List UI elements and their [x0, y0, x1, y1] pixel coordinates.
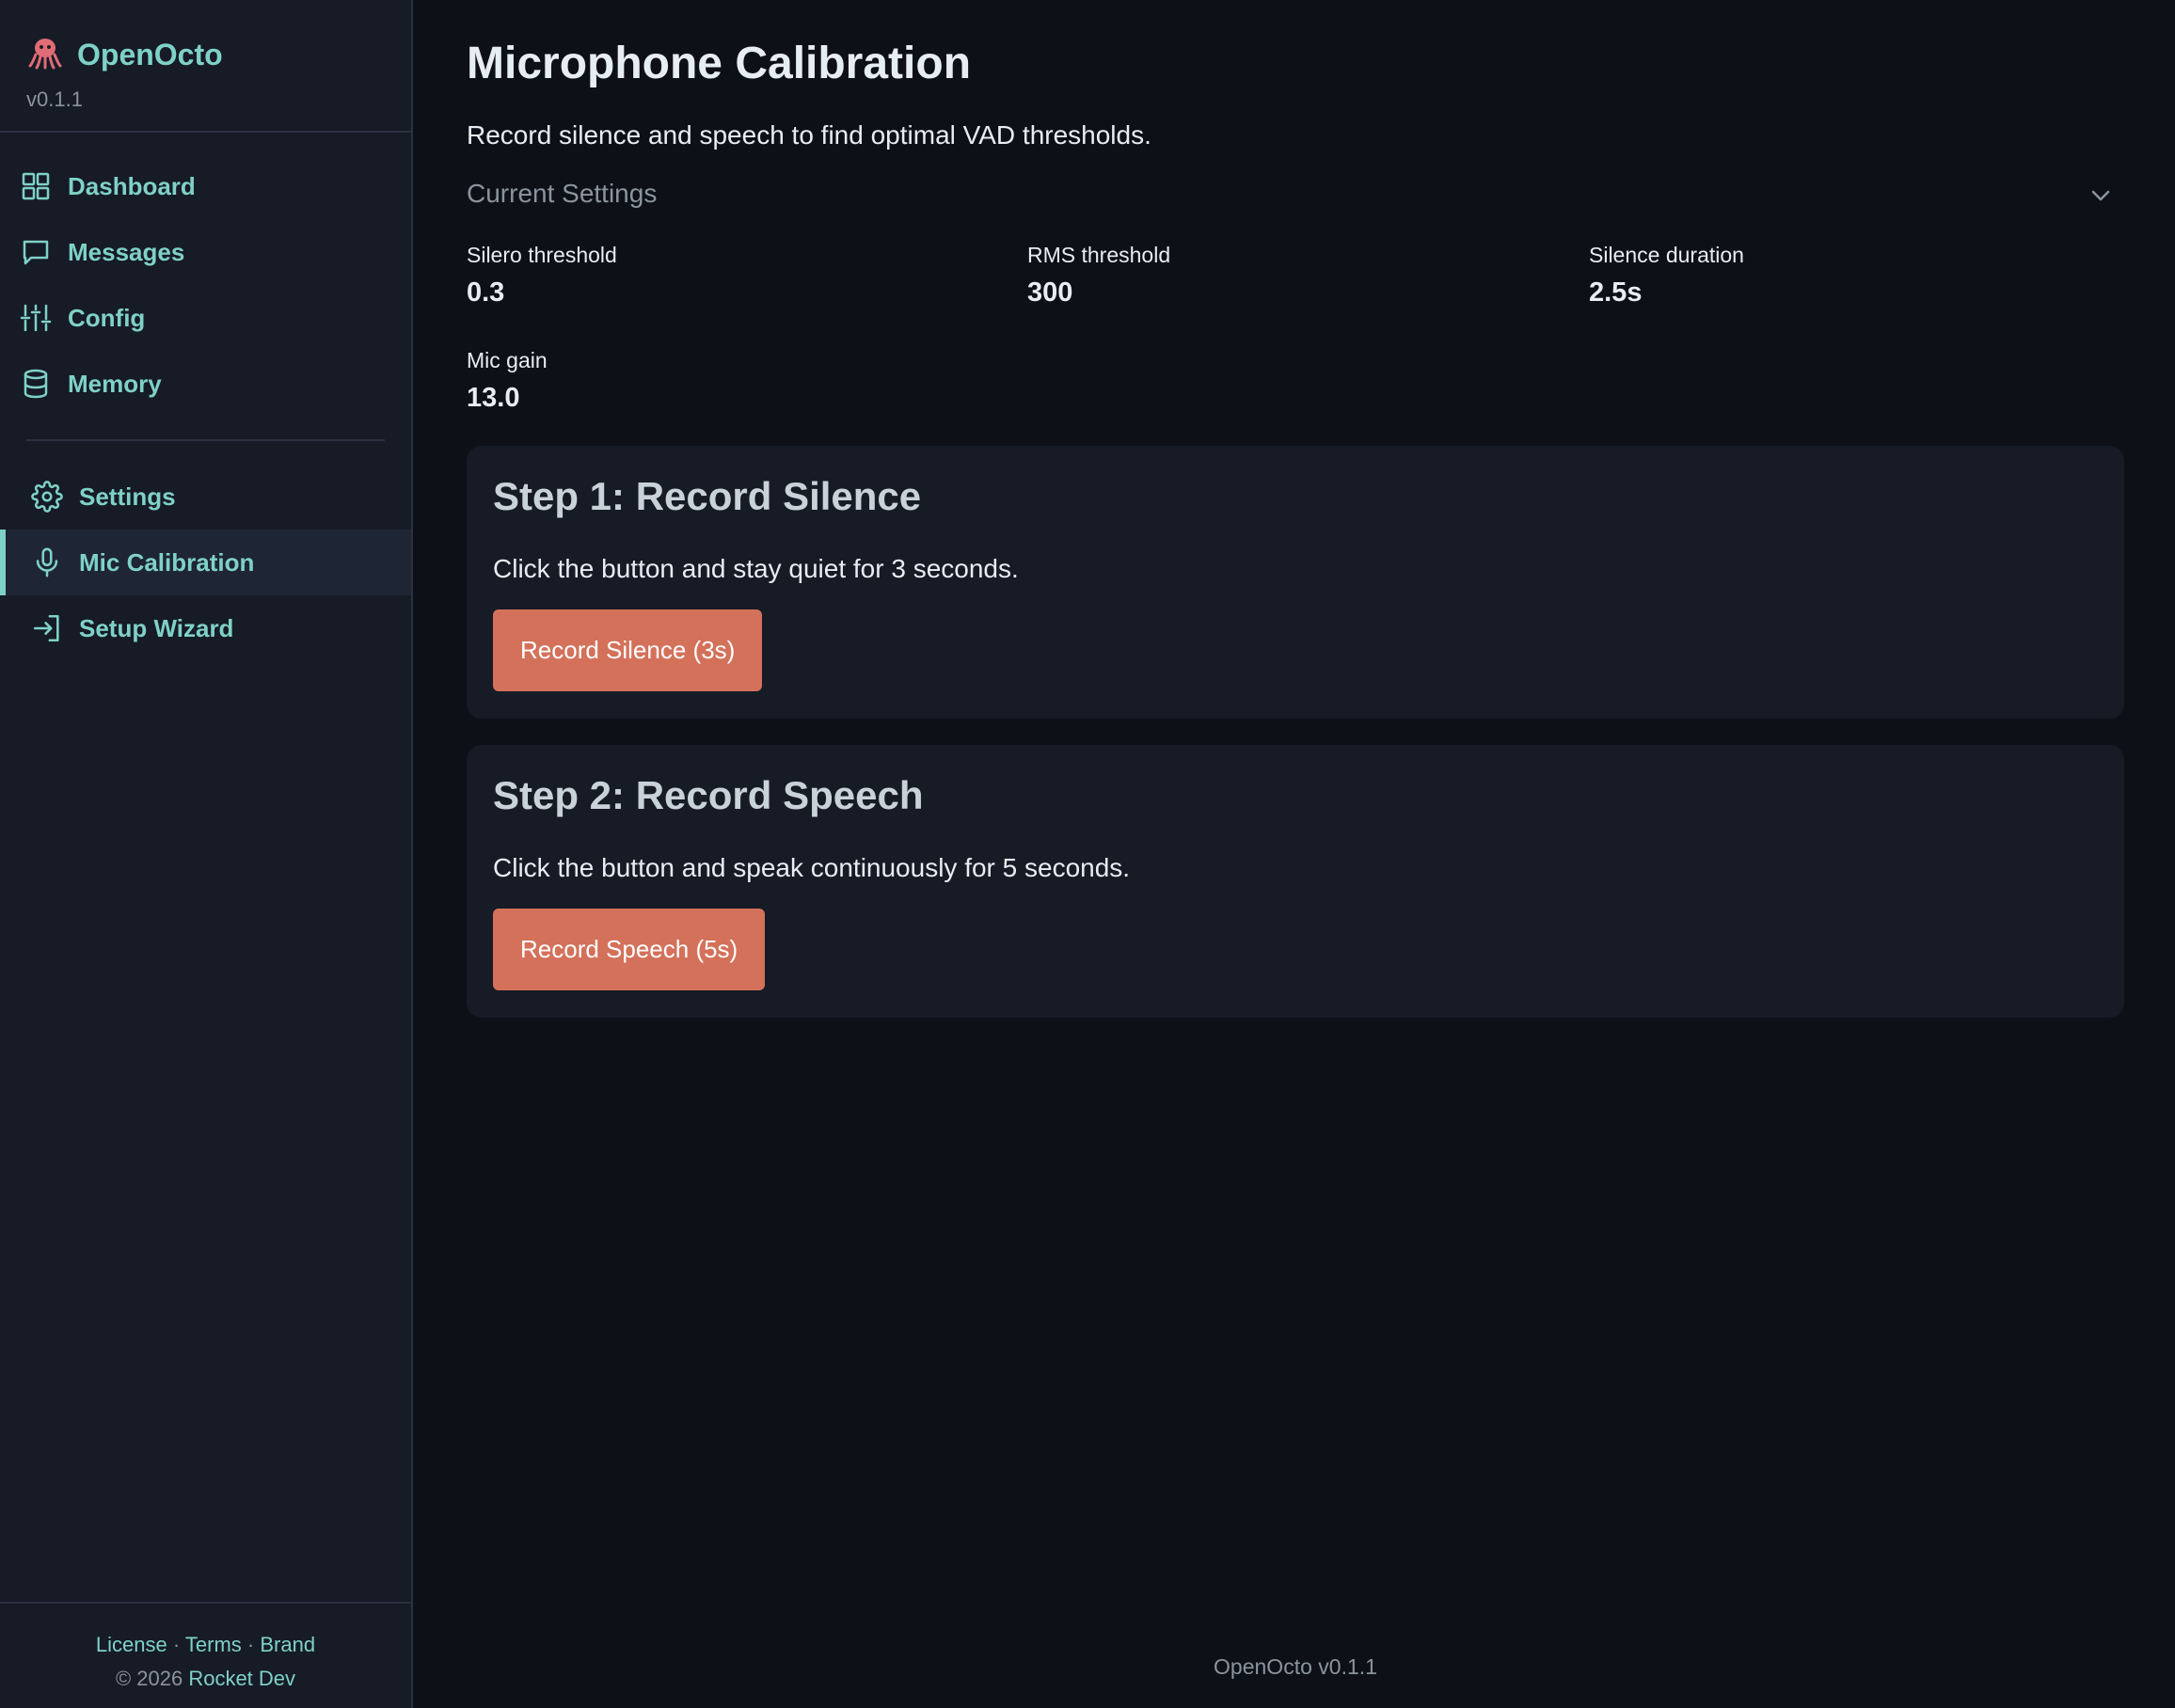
page-title: Microphone Calibration — [467, 39, 972, 88]
setting-label: Mic gain — [467, 348, 548, 372]
step-2-card: Step 2: Record Speech Click the button a… — [467, 745, 2124, 1018]
sidebar-item-settings[interactable]: Settings — [0, 464, 411, 530]
step-2-instructions: Click the button and speak continuously … — [493, 853, 1131, 882]
main-nav: Dashboard Messages Config Memory Setting… — [0, 133, 411, 661]
step-1-title: Step 1: Record Silence — [493, 474, 922, 518]
main-content: Microphone Calibration Record silence an… — [467, 0, 2124, 1708]
record-silence-button[interactable]: Record Silence (3s) — [493, 609, 763, 691]
sidebar-item-label: Setup Wizard — [79, 613, 234, 642]
setting-label: Silero threshold — [467, 243, 617, 267]
setting-label: Silence duration — [1589, 243, 1744, 267]
page-subtitle: Record silence and speech to find optima… — [467, 120, 1151, 150]
nav-divider — [26, 439, 385, 441]
sidebar-item-mic-calibration[interactable]: Mic Calibration — [0, 530, 411, 595]
sidebar-item-setup-wizard[interactable]: Setup Wizard — [0, 595, 411, 661]
chat-bubble-icon — [19, 235, 53, 269]
sidebar-footer: License · Terms · Brand © 2026 Rocket De… — [0, 1602, 411, 1708]
current-settings-toggle[interactable]: Current Settings — [467, 179, 2124, 209]
gear-icon — [30, 480, 64, 514]
step-1-instructions: Click the button and stay quiet for 3 se… — [493, 554, 1019, 583]
sidebar-item-dashboard[interactable]: Dashboard — [0, 153, 411, 219]
license-link[interactable]: License — [96, 1633, 167, 1656]
sidebar-item-messages[interactable]: Messages — [0, 219, 411, 285]
separator: · — [172, 1633, 181, 1656]
sidebar-item-label: Mic Calibration — [79, 547, 255, 577]
database-icon — [19, 367, 53, 401]
sidebar: OpenOcto v0.1.1 Dashboard Messages Confi… — [0, 0, 413, 1708]
grid-icon — [19, 169, 53, 203]
app-name[interactable]: OpenOcto — [77, 38, 223, 72]
sidebar-item-label: Memory — [68, 369, 162, 398]
step-1-card: Step 1: Record Silence Click the button … — [467, 446, 2124, 719]
setting-value: 2.5s — [1589, 277, 1643, 308]
separator: · — [246, 1633, 255, 1656]
sidebar-item-memory[interactable]: Memory — [0, 351, 411, 417]
setting-mic-gain: Mic gain 13.0 — [467, 348, 548, 414]
copyright-year: © 2026 — [115, 1667, 183, 1690]
page-footer: OpenOcto v0.1.1 — [1214, 1654, 1377, 1679]
brand-link[interactable]: Brand — [260, 1633, 315, 1656]
setting-silence-duration: Silence duration 2.5s — [1589, 243, 1744, 308]
brand-header: OpenOcto v0.1.1 — [0, 0, 411, 133]
microphone-icon — [30, 546, 64, 579]
sidebar-item-config[interactable]: Config — [0, 285, 411, 351]
chevron-down-icon — [2090, 179, 2111, 209]
sliders-icon — [19, 301, 53, 335]
sidebar-item-label: Messages — [68, 237, 185, 266]
step-2-title: Step 2: Record Speech — [493, 773, 924, 817]
sidebar-item-label: Config — [68, 303, 146, 332]
record-speech-button[interactable]: Record Speech (5s) — [493, 909, 766, 990]
copyright: © 2026 Rocket Dev — [0, 1662, 411, 1696]
setting-value: 0.3 — [467, 277, 505, 308]
sign-in-icon — [30, 611, 64, 645]
sidebar-item-label: Dashboard — [68, 171, 196, 200]
setting-rms-threshold: RMS threshold 300 — [1027, 243, 1170, 308]
sidebar-item-label: Settings — [79, 482, 176, 511]
setting-label: RMS threshold — [1027, 243, 1171, 267]
terms-link[interactable]: Terms — [185, 1633, 242, 1656]
setting-value: 13.0 — [467, 383, 520, 413]
setting-value: 300 — [1027, 277, 1073, 308]
setting-silero-threshold: Silero threshold 0.3 — [467, 243, 617, 308]
footer-links: License · Terms · Brand — [0, 1628, 411, 1662]
company-link[interactable]: Rocket Dev — [188, 1667, 295, 1690]
app-version: v0.1.1 — [26, 87, 83, 111]
current-settings-heading: Current Settings — [467, 179, 658, 208]
octopus-logo-icon — [26, 34, 64, 76]
